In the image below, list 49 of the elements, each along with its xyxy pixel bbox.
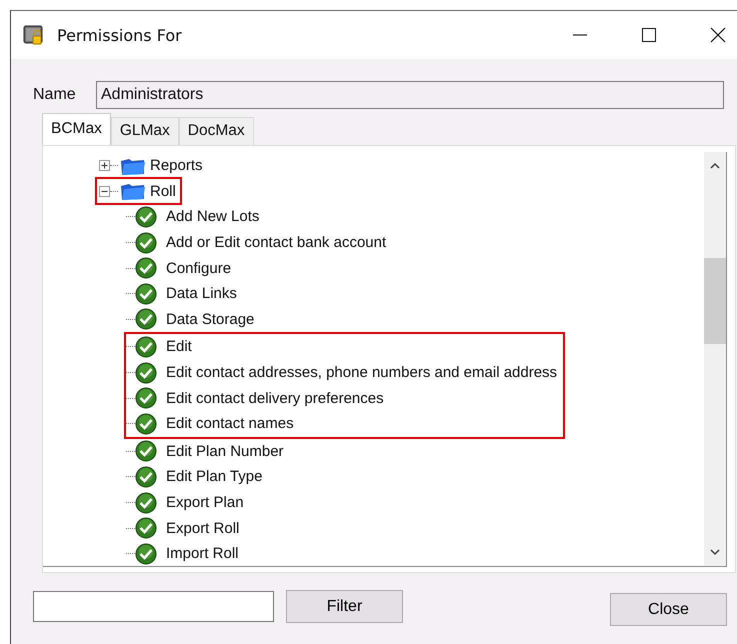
- filter-field[interactable]: [33, 591, 274, 622]
- tree-item[interactable]: Add or Edit contact bank account: [166, 234, 386, 252]
- tab[interactable]: DocMax: [178, 117, 254, 145]
- tree-item[interactable]: Import Roll: [166, 545, 239, 562]
- folder-icon: [120, 181, 146, 202]
- close-button[interactable]: Close: [610, 593, 727, 626]
- close-icon[interactable]: [710, 27, 726, 43]
- tree-item[interactable]: Roll: [150, 182, 176, 200]
- tab[interactable]: BCMax: [42, 113, 111, 145]
- check-circle-icon: [135, 257, 157, 280]
- scroll-thumb[interactable]: [704, 258, 726, 344]
- check-circle-icon: [135, 542, 157, 565]
- padlock-safe-icon: [23, 24, 45, 46]
- expander-icon[interactable]: [99, 160, 110, 172]
- check-circle-icon: [135, 232, 157, 254]
- check-circle-icon: [135, 517, 157, 540]
- window-title: Permissions For: [57, 26, 182, 44]
- check-circle-icon: [135, 412, 157, 435]
- check-circle-icon: [135, 308, 157, 330]
- name-label: Name: [33, 86, 77, 104]
- tab[interactable]: GLMax: [110, 117, 179, 145]
- tree-item[interactable]: Data Storage: [166, 310, 254, 328]
- tree-item[interactable]: Edit contact delivery preferences: [166, 390, 384, 407]
- check-circle-icon: [135, 336, 157, 358]
- filter-button[interactable]: Filter: [286, 590, 403, 623]
- expander-icon[interactable]: [99, 186, 110, 197]
- tree-item[interactable]: Configure: [166, 260, 232, 277]
- check-circle-icon: [135, 492, 157, 514]
- check-circle-icon: [135, 440, 157, 462]
- tree-item[interactable]: Export Roll: [166, 520, 240, 537]
- maximize-icon[interactable]: [641, 27, 657, 43]
- scrollbar[interactable]: [704, 152, 726, 566]
- check-circle-icon: [135, 387, 157, 410]
- tree-item[interactable]: Reports: [150, 157, 203, 174]
- tree-item[interactable]: Add New Lots: [166, 208, 260, 226]
- tree-item[interactable]: Edit Plan Type: [166, 468, 262, 486]
- tree-item[interactable]: Export Plan: [166, 494, 244, 512]
- tree-item[interactable]: Edit contact names: [166, 415, 294, 432]
- check-circle-icon: [135, 362, 157, 384]
- tree-item[interactable]: Edit: [166, 338, 192, 356]
- check-circle-icon: [135, 466, 157, 488]
- name-field[interactable]: Administrators: [96, 81, 724, 109]
- tree-item[interactable]: Edit contact addresses, phone numbers and email address: [166, 364, 558, 382]
- tree-item[interactable]: Edit Plan Number: [166, 442, 284, 460]
- check-circle-icon: [135, 282, 157, 305]
- scroll-up-icon[interactable]: [709, 162, 721, 170]
- tree-item[interactable]: Data Links: [166, 285, 237, 302]
- check-circle-icon: [135, 206, 157, 228]
- scroll-down-icon[interactable]: [709, 548, 721, 556]
